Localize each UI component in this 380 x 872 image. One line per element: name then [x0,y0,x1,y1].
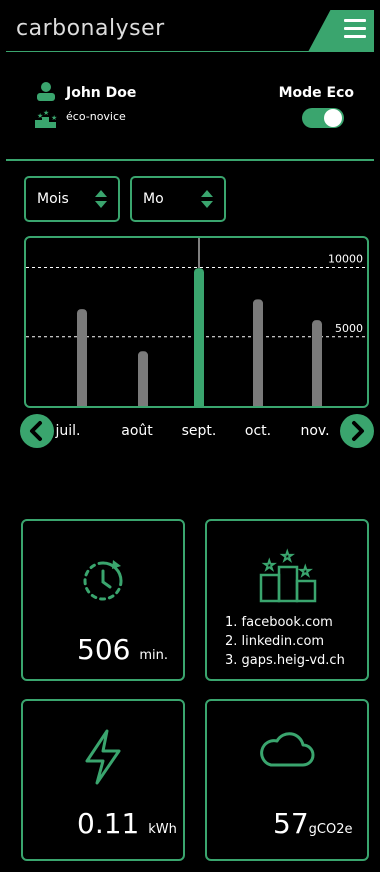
chart-bar-oct[interactable] [253,299,263,406]
bar-chart-svg: 10000 5000 [26,238,367,406]
energy-value: 0.11 [77,807,140,840]
top-sites-card: ☆ ☆ ☆ 1. facebook.com 2. linkedin.com 3.… [205,519,369,681]
list-item: 3. gaps.heig-vd.ch [225,653,345,668]
time-value: 506 [77,633,131,666]
svg-text:☆: ☆ [299,564,312,580]
svg-text:☆: ☆ [263,558,276,574]
time-card: 506 min. [21,519,185,681]
top-sites-list: 1. facebook.com 2. linkedin.com 3. gaps.… [225,613,345,670]
reference-line-label: 5000 [335,322,363,335]
month-label[interactable]: nov. [295,423,335,439]
list-item: 1. facebook.com [225,615,333,630]
podium-icon: ★ ★ ★ [35,109,57,128]
podium-stars-icon: ☆ ☆ ☆ [259,548,317,603]
lightning-icon [85,729,121,785]
menu-button[interactable] [308,10,374,52]
svg-text:☆: ☆ [281,549,294,565]
time-stat: 506 min. [77,633,168,666]
energy-card: 0.11 kWh [21,699,185,861]
profile-section: John Doe ★ ★ ★ éco-novice Mode Eco [6,53,374,161]
month-label[interactable]: sept. [179,423,219,439]
eco-mode-label: Mode Eco [278,85,354,101]
svg-text:★: ★ [43,109,49,117]
cloud-icon [260,732,315,767]
chart-bar-août[interactable] [138,351,148,406]
user-level: éco-novice [66,110,126,123]
timer-icon [83,560,123,601]
user-icon [37,82,55,101]
metric-select[interactable]: Mo [130,176,226,222]
month-label[interactable]: août [117,423,157,439]
emission-unit: gCO2e [308,822,353,837]
toggle-knob [324,109,342,127]
chart-bar-juil[interactable] [77,309,87,406]
sort-arrows-icon [95,190,107,208]
app-logo: carbonalyser [16,16,165,41]
chart-bar-nov[interactable] [312,320,322,406]
hamburger-icon [344,19,366,39]
sort-arrows-icon [201,190,213,208]
period-select[interactable]: Mois [24,176,120,222]
emission-card: 57gCO2e [205,699,369,861]
reference-line-label: 10000 [328,253,363,266]
time-unit: min. [139,648,169,663]
emission-stat: 57gCO2e [273,807,352,840]
svg-text:★: ★ [51,114,57,122]
month-label[interactable]: oct. [238,423,278,439]
chart-bar-sept[interactable] [194,268,204,406]
energy-unit: kWh [148,822,177,837]
emission-value: 57 [273,807,309,840]
chevron-right-icon [352,421,364,441]
energy-stat: 0.11 kWh [77,807,177,840]
app-header: carbonalyser [6,10,374,52]
period-select-value: Mois [37,191,69,207]
next-month-button[interactable] [340,414,374,448]
eco-mode-toggle[interactable] [302,108,344,128]
consumption-chart: 10000 5000 [24,236,369,408]
metric-select-value: Mo [143,191,164,207]
user-name: John Doe [66,85,137,101]
list-item: 2. linkedin.com [225,634,325,649]
month-label[interactable]: juil. [48,423,88,439]
